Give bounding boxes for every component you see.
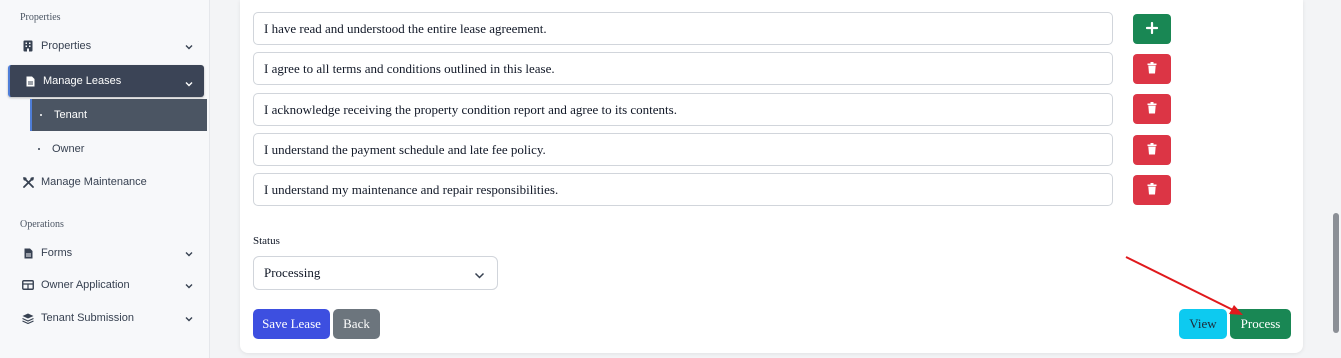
section-label-operations: Operations [20,219,64,230]
status-select[interactable]: Processing [253,256,498,290]
sidebar-item-label: Properties [41,40,92,52]
acknowledgement-input-1[interactable] [253,12,1113,45]
status-selected-value: Processing [264,265,321,280]
bullet-icon [38,148,40,150]
document-icon [24,75,36,87]
delete-acknowledgement-button[interactable] [1133,94,1171,124]
section-label-properties: Properties [20,12,61,23]
building-icon [22,40,34,52]
chevron-down-icon [474,268,485,284]
plus-icon [1145,21,1159,37]
chevron-down-icon [184,281,194,291]
sidebar-subitem-label: Owner [52,143,85,155]
trash-icon [1147,101,1157,117]
delete-acknowledgement-button[interactable] [1133,54,1171,84]
delete-acknowledgement-button[interactable] [1133,175,1171,205]
bullet-icon [40,114,42,116]
delete-acknowledgement-button[interactable] [1133,135,1171,165]
chevron-down-icon [184,79,194,89]
sidebar-subitem-owner[interactable]: Owner [30,133,207,165]
back-button[interactable]: Back [333,309,380,339]
acknowledgement-input-3[interactable] [253,93,1113,126]
document-icon [22,247,34,259]
chevron-down-icon [184,249,194,259]
trash-icon [1147,182,1157,198]
view-button[interactable]: View [1179,309,1227,339]
sidebar-item-label: Tenant Submission [41,312,134,324]
process-button[interactable]: Process [1230,309,1291,339]
add-acknowledgement-button[interactable] [1133,14,1171,44]
chevron-down-icon [184,42,194,52]
sidebar: Properties Properties Manage Leases Tena… [0,0,210,358]
sidebar-subitem-label: Tenant [54,109,88,121]
sidebar-item-label: Manage Maintenance [41,176,147,188]
acknowledgement-input-2[interactable] [253,52,1113,85]
sidebar-item-label: Owner Application [41,279,130,291]
status-label: Status [253,235,280,247]
acknowledgement-input-5[interactable] [253,173,1113,206]
trash-icon [1147,61,1157,77]
table-icon [22,279,34,291]
sidebar-item-manage-leases[interactable]: Manage Leases [8,65,204,97]
scrollbar-thumb[interactable] [1333,213,1339,333]
sidebar-subitem-tenant[interactable]: Tenant [30,99,207,131]
sidebar-item-manage-maintenance[interactable]: Manage Maintenance [8,166,204,198]
save-lease-button[interactable]: Save Lease [253,309,330,339]
sidebar-item-tenant-submission[interactable]: Tenant Submission [8,302,204,334]
sidebar-item-label: Manage Leases [43,75,122,87]
sidebar-item-forms[interactable]: Forms [8,237,204,269]
sidebar-item-owner-application[interactable]: Owner Application [8,269,204,301]
layers-icon [22,312,34,324]
tools-icon [22,176,34,188]
chevron-down-icon [184,314,194,324]
acknowledgement-input-4[interactable] [253,133,1113,166]
sidebar-item-properties[interactable]: Properties [8,30,204,62]
trash-icon [1147,142,1157,158]
sidebar-item-label: Forms [41,247,73,259]
